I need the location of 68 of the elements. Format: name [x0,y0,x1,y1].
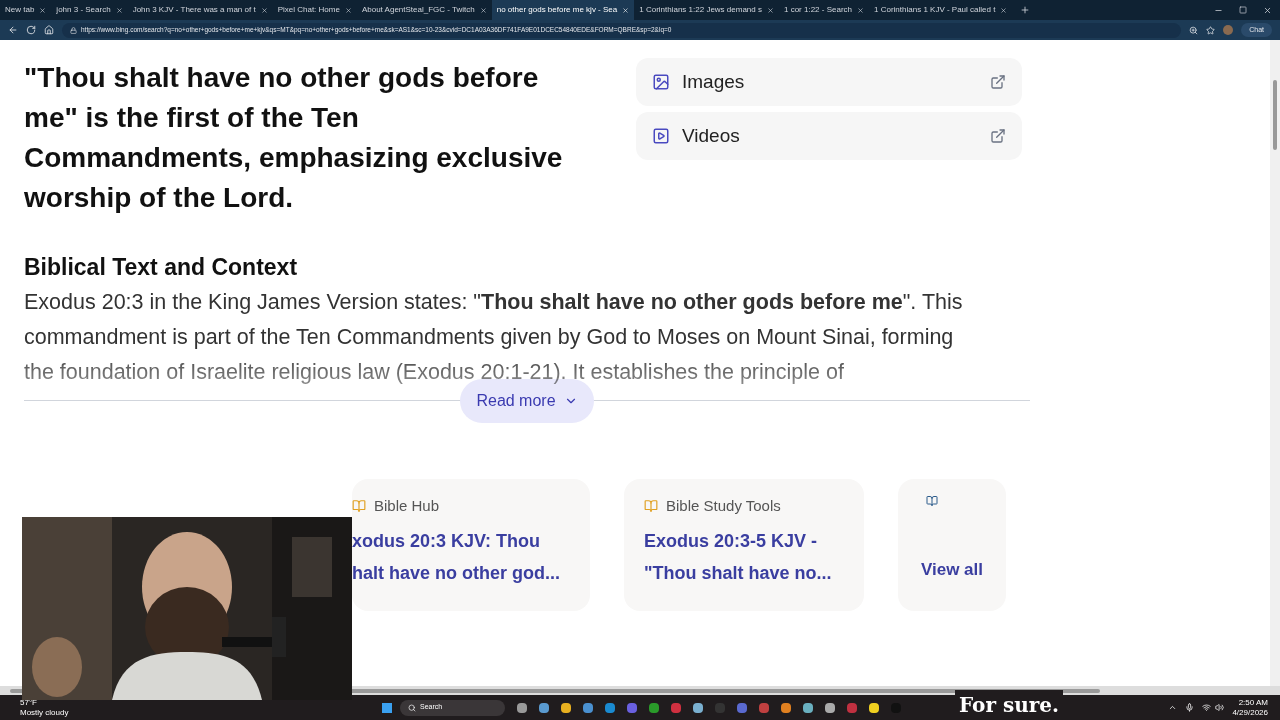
source-card[interactable]: Bible Hub xodus 20:3 KJV: Thou halt have no other god... [352,478,590,611]
app-icon[interactable] [869,702,879,713]
close-icon[interactable] [260,6,268,14]
app-icon[interactable] [583,702,593,713]
media-link[interactable]: Videos [636,112,1022,160]
source-title[interactable]: xodus 20:3 KJV: Thou halt have no other god... [352,525,574,589]
external-link-icon [990,128,1006,144]
app-icon[interactable] [781,702,791,713]
app-icon[interactable] [825,702,835,713]
close-icon[interactable] [39,6,47,14]
source-title[interactable]: Exodus 20:3-5 KJV - "Thou shalt have no... [644,525,848,589]
play-icon [652,127,670,145]
browser-tab[interactable]: 1 Corinthians 1 KJV - Paul called t [869,0,1013,20]
search-icon [408,703,416,712]
close-icon[interactable] [1000,6,1008,14]
zoom-icon[interactable] [1189,25,1199,35]
browser-tab[interactable]: no other gods before me kjv - Sea [491,0,635,20]
weather-temperature[interactable]: 57°F [20,697,100,708]
browser-tab[interactable]: 1 cor 1:22 - Search [778,0,869,20]
site-icon [352,498,366,513]
site-name: Bible Hub [374,495,440,516]
browser-tab[interactable]: About AgentSteal_FGC - Twitch [356,0,492,20]
back-icon[interactable] [8,25,18,35]
volume-icon[interactable] [1215,703,1225,712]
clock-time[interactable]: 2:50 AM [1238,697,1268,708]
close-icon[interactable] [344,6,352,14]
site-name: Bible Study Tools [666,495,781,516]
profile-avatar[interactable] [1223,25,1234,35]
app-icon[interactable] [649,702,659,713]
app-icon[interactable] [517,702,527,713]
media-link[interactable]: Images [636,58,1022,106]
network-icon[interactable] [1202,703,1212,712]
external-link-icon [990,74,1006,90]
browser-tab[interactable]: John 3 KJV - There was a man of t [127,0,273,20]
maximize-icon[interactable] [1239,6,1247,14]
new-tab-icon[interactable] [1020,5,1031,15]
browser-tab[interactable]: New tab [0,0,52,20]
start-icon[interactable] [382,702,392,713]
source-card[interactable]: Bible Study Tools Exodus 20:3-5 KJV - "Thou shalt have no... [624,478,864,611]
browser-tab[interactable]: Pixel Chat: Home [272,0,357,20]
clock-date[interactable]: 4/29/2026 [1232,707,1268,718]
app-icon[interactable] [803,702,813,713]
site-icon [644,498,658,513]
scrollbar[interactable] [1270,40,1280,686]
image-icon [652,73,670,91]
close-icon[interactable] [1263,5,1272,15]
browser-tab[interactable]: john 3 - Search [51,0,128,20]
close-icon[interactable] [622,6,630,14]
view-all-card[interactable]: View all [898,478,1006,611]
browser-tab[interactable]: 1 Corinthians 1:22 Jews demand s [634,0,779,20]
book-icon [926,494,938,507]
app-icon[interactable] [539,702,549,713]
section-title: Biblical Text and Context [24,253,299,282]
home-icon[interactable] [44,25,54,35]
app-icon[interactable] [561,702,571,713]
app-icon[interactable] [693,702,703,713]
microphone-icon[interactable] [1185,703,1195,712]
app-icon[interactable] [605,702,615,713]
chevron-up-icon[interactable] [1168,703,1178,712]
close-icon[interactable] [766,6,774,14]
lock-icon [70,26,77,34]
favorite-icon[interactable] [1206,25,1216,35]
close-icon[interactable] [857,6,864,14]
answer-headline: "Thou shalt have no other gods before me" is the first of the Ten Commandments, emphasizing exclusive worship of the Lord. [24,61,564,215]
close-icon[interactable] [479,6,487,14]
close-icon[interactable] [115,6,123,14]
reload-icon[interactable] [26,25,36,35]
weather-text[interactable]: Mostly cloudy [20,707,100,718]
